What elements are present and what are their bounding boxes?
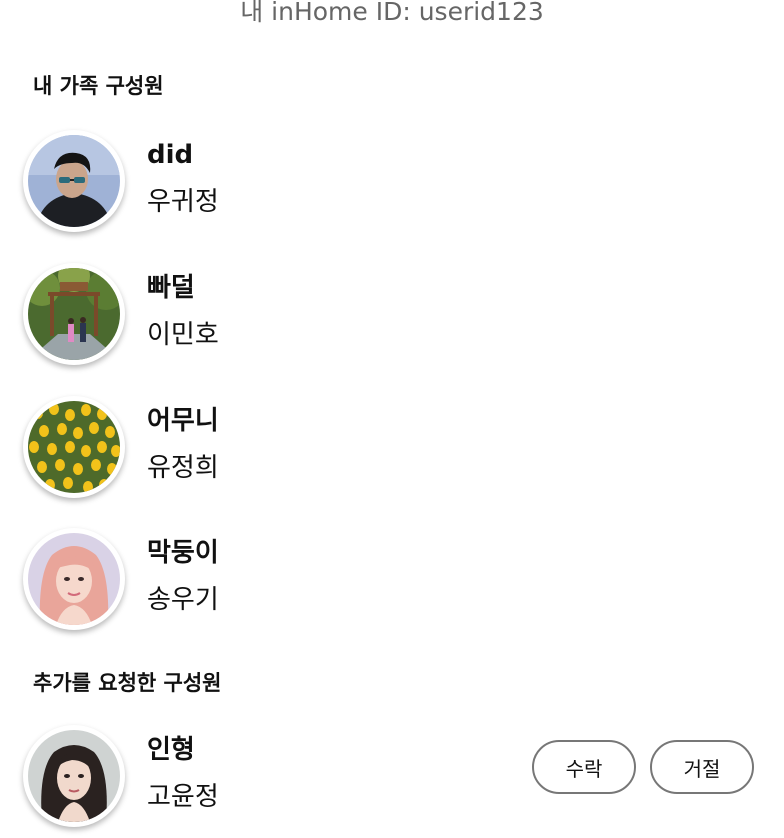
tulips-photo (28, 401, 120, 493)
member-nickname: 어무니 (147, 406, 219, 436)
family-member-item[interactable]: 막둥이 송우기 (0, 528, 784, 638)
family-member-item[interactable]: 어무니 유정희 (0, 396, 784, 506)
member-name: 우귀정 (147, 187, 219, 217)
requests-section-title: 추가를 요청한 구성원 (33, 671, 222, 695)
member-name: 송우기 (147, 585, 219, 615)
avatar (23, 725, 125, 827)
member-name: 고윤정 (147, 782, 219, 812)
avatar (23, 130, 125, 232)
avatar (23, 528, 125, 630)
request-member-item: 인형 고윤정 수락 거절 (0, 725, 784, 835)
avatar (23, 396, 125, 498)
family-section-title: 내 가족 구성원 (33, 74, 164, 98)
member-nickname: 빠덜 (147, 273, 195, 303)
family-member-item[interactable]: did 우귀정 (0, 130, 784, 240)
member-nickname: 인형 (147, 735, 195, 765)
member-nickname: 막둥이 (147, 538, 219, 568)
user-id-label: 내 inHome ID: userid123 (240, 0, 544, 26)
member-name: 유정희 (147, 453, 219, 483)
pink-hair-woman-photo (28, 533, 120, 625)
reject-button[interactable]: 거절 (650, 740, 754, 794)
accept-button[interactable]: 수락 (532, 740, 636, 794)
dark-hair-woman-photo (28, 730, 120, 822)
avatar (23, 263, 125, 365)
member-name: 이민호 (147, 320, 219, 350)
man-with-sunglasses-photo (28, 135, 120, 227)
family-members-screen: 내 inHome ID: userid123 내 가족 구성원 did 우귀정 (0, 0, 784, 838)
member-nickname: did (147, 140, 194, 170)
park-walkers-photo (28, 268, 120, 360)
family-member-item[interactable]: 빠덜 이민호 (0, 263, 784, 373)
